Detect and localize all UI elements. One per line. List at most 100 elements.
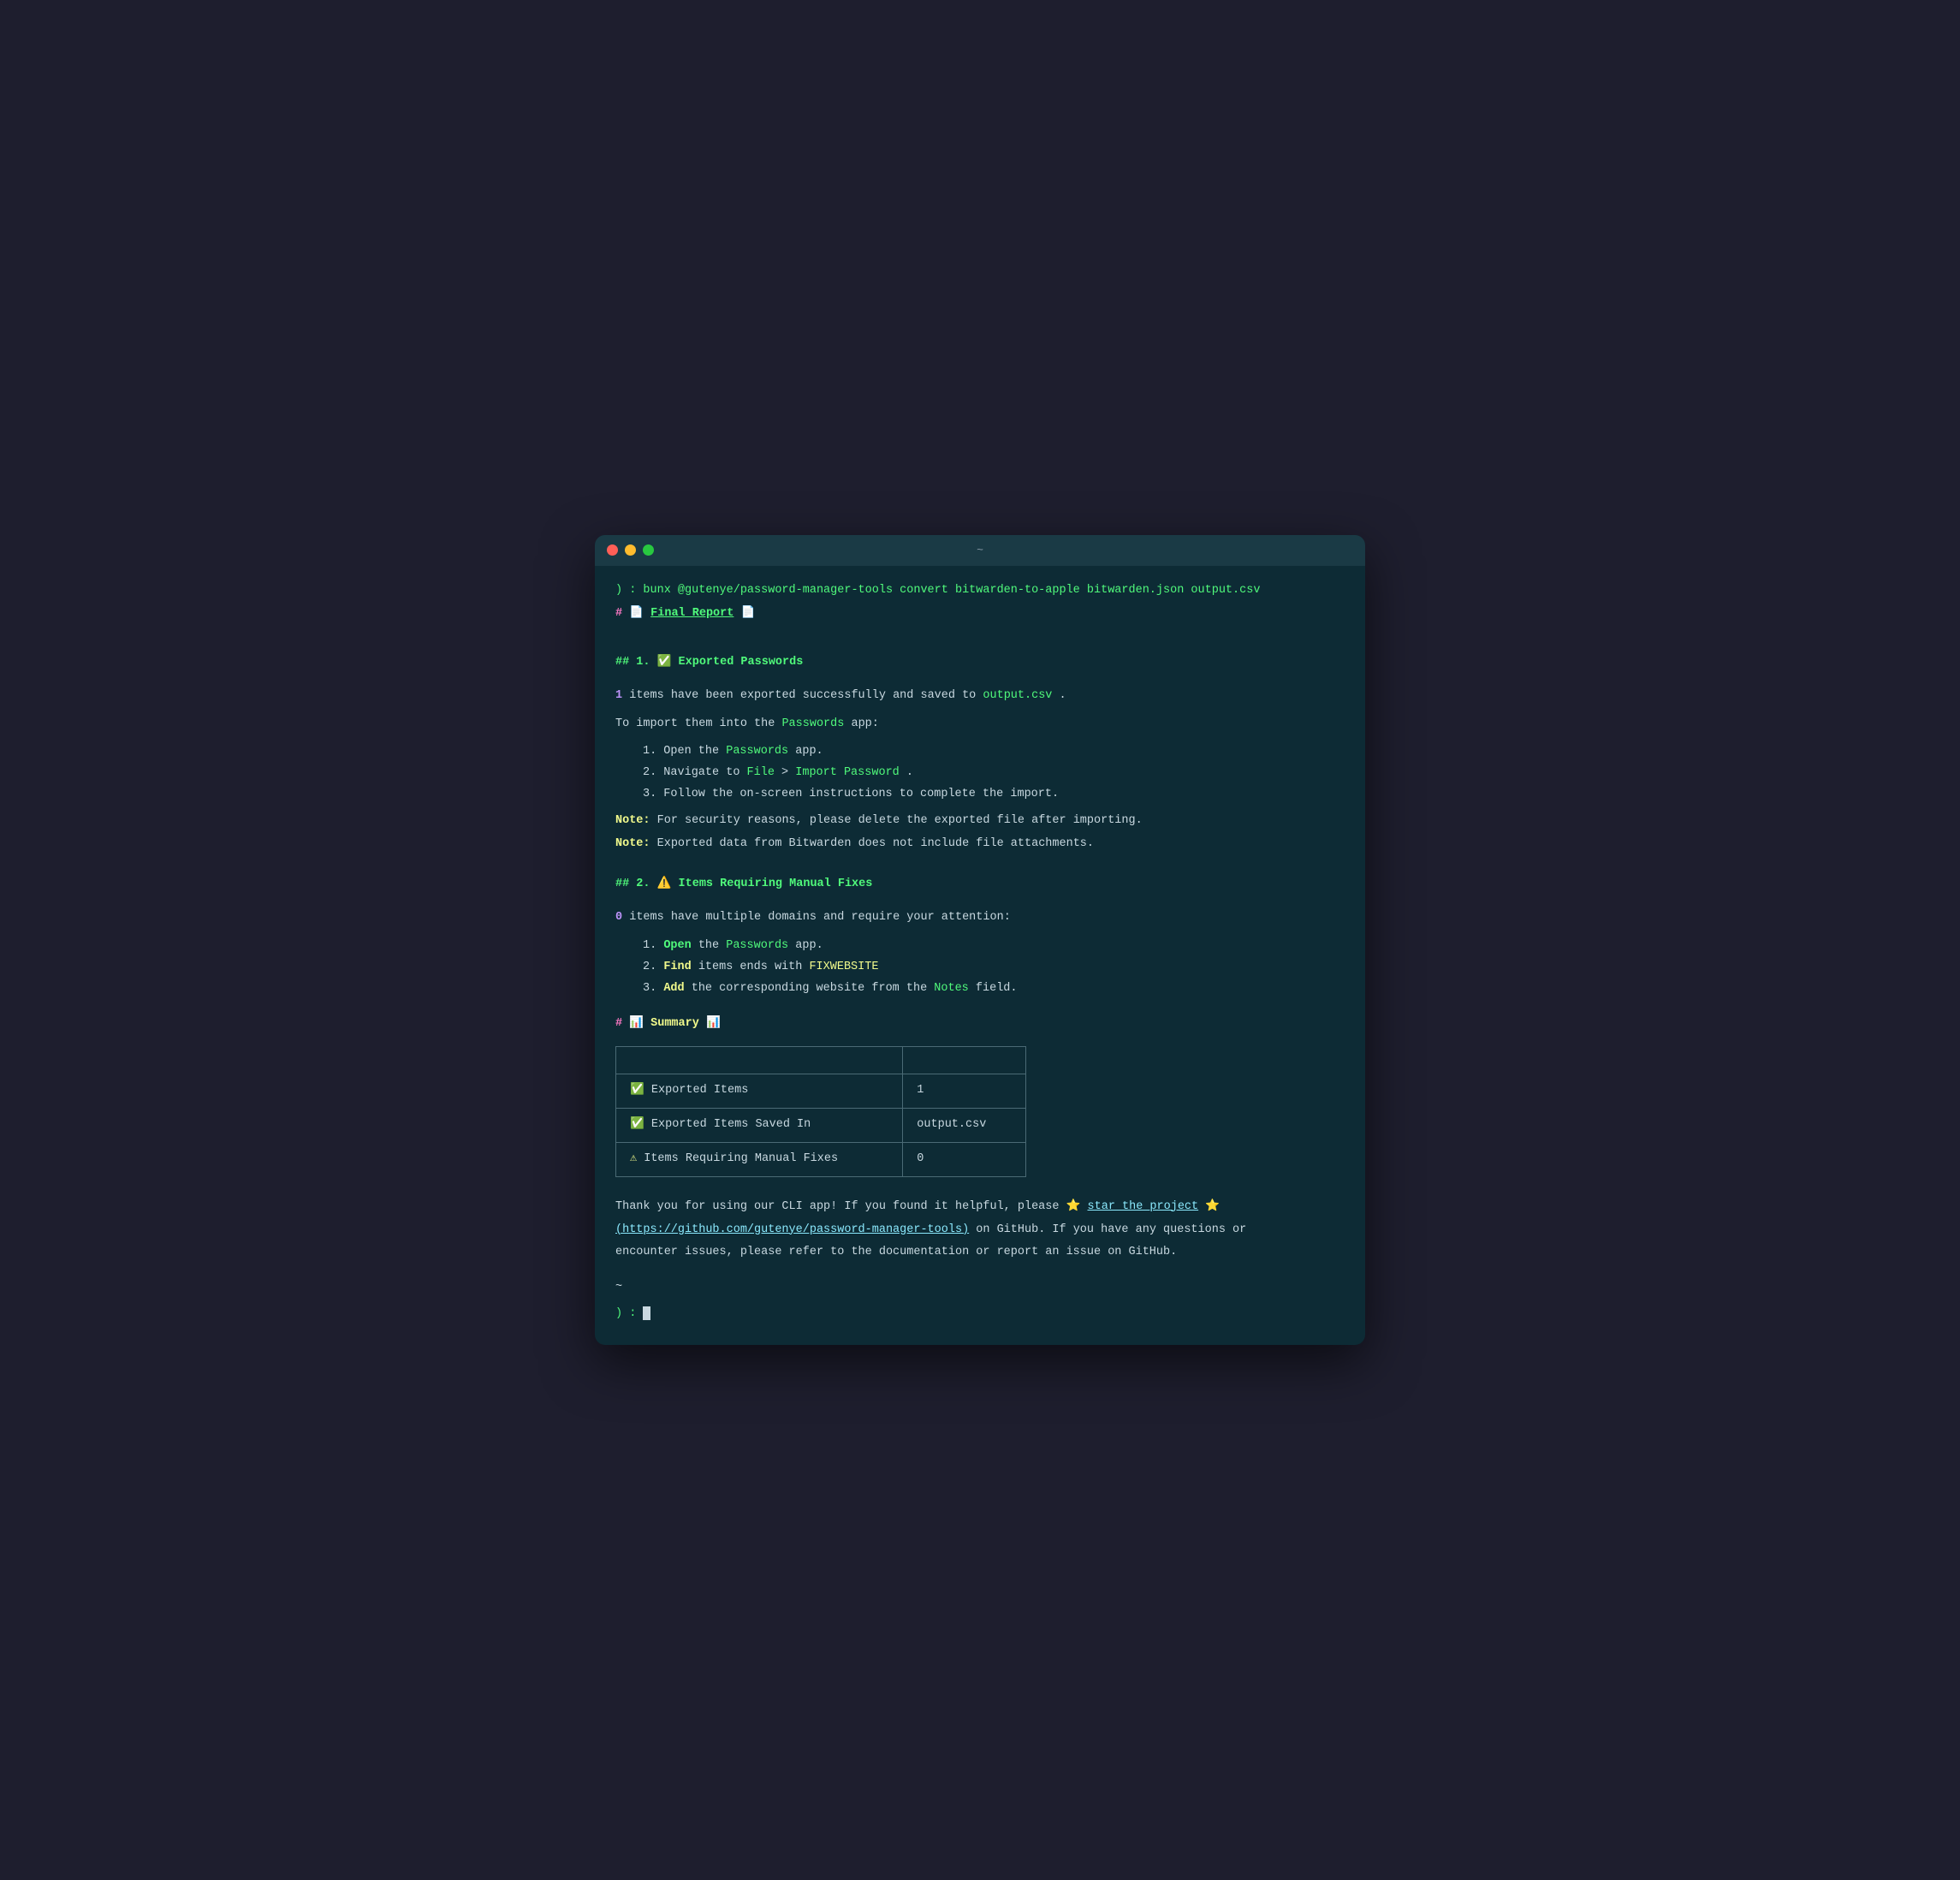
table-row: ✅ Exported Items Saved In output.csv (616, 1108, 1026, 1142)
table-row: ✅ Exported Items 1 (616, 1074, 1026, 1108)
table-row: ⚠ Items Requiring Manual Fixes 0 (616, 1142, 1026, 1176)
close-button[interactable] (607, 544, 618, 556)
row1-value: 1 (903, 1074, 1026, 1108)
traffic-lights (607, 544, 654, 556)
footer-line2: (https://github.com/gutenye/password-man… (615, 1221, 1345, 1240)
row3-label: ⚠ Items Requiring Manual Fixes (616, 1142, 903, 1176)
h1-icon2: 📄 (740, 607, 755, 620)
row2-value-text: output.csv (917, 1118, 986, 1131)
summary-hash: # (615, 1017, 629, 1030)
terminal-window: ~ ) : bunx @gutenye/password-manager-too… (595, 535, 1365, 1346)
check-icon-1: ✅ (630, 1084, 651, 1097)
manual-step1-end: app. (795, 939, 823, 952)
step2-mid: > (781, 766, 795, 779)
note2-text: Exported data from Bitwarden does not in… (657, 837, 1094, 850)
star-icon-2: ⭐ (1205, 1200, 1220, 1213)
step2-post: . (906, 766, 913, 779)
h1-icon1: 📄 (629, 607, 650, 620)
window-title: ~ (977, 544, 983, 556)
summary-icon1: 📊 (629, 1017, 650, 1030)
command-text: ) : bunx @gutenye/password-manager-tools… (615, 584, 1260, 597)
import-step-3: 3. Follow the on-screen instructions to … (643, 785, 1345, 805)
footer-line3-text: encounter issues, please refer to the do… (615, 1246, 1177, 1258)
star-project-link[interactable]: star the project (1088, 1200, 1199, 1213)
section1-line1-pre: items have been exported successfully an… (629, 689, 983, 702)
import-step-1: 1. Open the Passwords app. (643, 742, 1345, 762)
h1-label: Final Report (650, 607, 734, 620)
tilde-char: ~ (615, 1281, 622, 1294)
row1-value-text: 1 (917, 1084, 924, 1097)
row1-label: ✅ Exported Items (616, 1074, 903, 1108)
terminal-body: ) : bunx @gutenye/password-manager-tools… (595, 566, 1365, 1346)
warning-icon: ⚠ (630, 1152, 644, 1165)
check-icon-2: ✅ (630, 1118, 651, 1131)
footer-line3: encounter issues, please refer to the do… (615, 1243, 1345, 1263)
manual-step-3: 3. Add the corresponding website from th… (643, 979, 1345, 999)
passwords-app-ref2: Passwords (726, 745, 788, 758)
bottom-prompt: ) : (615, 1305, 1345, 1324)
manual-step1-num: 1. (643, 939, 663, 952)
step1-num: 1. Open the (643, 745, 726, 758)
h1-hash: # (615, 607, 622, 620)
manual-step2-text: items ends with (698, 961, 810, 973)
manual-step-1: 1. Open the Passwords app. (643, 937, 1345, 956)
section1-line1: 1 items have been exported successfully … (615, 687, 1345, 706)
prompt-text: ) : (615, 1307, 643, 1320)
import-intro-post: app: (851, 717, 878, 730)
note1-line: Note: For security reasons, please delet… (615, 812, 1345, 831)
open-keyword: Open (663, 939, 691, 952)
footer-line2-text: on GitHub. If you have any questions or (976, 1223, 1246, 1236)
minimize-button[interactable] (625, 544, 636, 556)
fixwebsite-code: FIXWEBSITE (809, 961, 878, 973)
notes-code: Notes (934, 982, 969, 995)
note2-bold: Note: (615, 837, 650, 850)
star-icon-1: ⭐ (1066, 1200, 1081, 1213)
github-url-link[interactable]: (https://github.com/gutenye/password-man… (615, 1223, 969, 1236)
row1-label-text: Exported Items (651, 1084, 748, 1097)
passwords-app-ref3: Passwords (726, 939, 788, 952)
output-filename: output.csv (983, 689, 1052, 702)
section2-line1-text: items have multiple domains and require … (629, 911, 1011, 924)
command-line: ) : bunx @gutenye/password-manager-tools… (615, 581, 1345, 601)
import-step-2: 2. Navigate to File > Import Password . (643, 764, 1345, 783)
row2-value: output.csv (903, 1108, 1026, 1142)
manual-step1-text: the (698, 939, 726, 952)
manual-step3-text: the corresponding website from the (692, 982, 935, 995)
footer-pre: Thank you for using our CLI app! If you … (615, 1200, 1066, 1213)
table-header-value (903, 1046, 1026, 1074)
summary-table: ✅ Exported Items 1 ✅ Exported Items Save… (615, 1046, 1026, 1177)
maximize-button[interactable] (643, 544, 654, 556)
manual-step3-num: 3. (643, 982, 663, 995)
manual-step3-end: field. (976, 982, 1018, 995)
row3-label-text: Items Requiring Manual Fixes (644, 1152, 838, 1165)
section2-heading-text: ## 2. ⚠️ Items Requiring Manual Fixes (615, 878, 872, 890)
passwords-app-ref1: Passwords (781, 717, 844, 730)
add-keyword: Add (663, 982, 684, 995)
section2-heading: ## 2. ⚠️ Items Requiring Manual Fixes (615, 875, 1345, 895)
step3-text: 3. Follow the on-screen instructions to … (643, 788, 1059, 800)
footer-line1: Thank you for using our CLI app! If you … (615, 1198, 1345, 1217)
section1-heading-text: ## 1. ✅ Exported Passwords (615, 656, 803, 669)
table-header-row (616, 1046, 1026, 1074)
file-menu: File (747, 766, 775, 779)
note1-text: For security reasons, please delete the … (657, 814, 1143, 827)
import-intro-line: To import them into the Passwords app: (615, 715, 1345, 735)
find-keyword: Find (663, 961, 691, 973)
import-intro-text: To import them into the (615, 717, 781, 730)
row2-label: ✅ Exported Items Saved In (616, 1108, 903, 1142)
row3-value-text: 0 (917, 1152, 924, 1165)
step2-num: 2. Navigate to (643, 766, 747, 779)
summary-heading: # 📊 Summary 📊 (615, 1014, 1345, 1034)
h1-final-report: # 📄 Final Report 📄 (615, 604, 1345, 624)
manual-step2-num: 2. (643, 961, 663, 973)
summary-icon2: 📊 (706, 1017, 721, 1030)
summary-label: Summary (650, 1017, 699, 1030)
note2-line: Note: Exported data from Bitwarden does … (615, 835, 1345, 854)
exported-count: 1 (615, 689, 622, 702)
section1-heading: ## 1. ✅ Exported Passwords (615, 653, 1345, 673)
manual-fix-count: 0 (615, 911, 622, 924)
titlebar: ~ (595, 535, 1365, 566)
import-password-menu: Import Password (795, 766, 900, 779)
row2-label-text: Exported Items Saved In (651, 1118, 811, 1131)
table-header-label (616, 1046, 903, 1074)
